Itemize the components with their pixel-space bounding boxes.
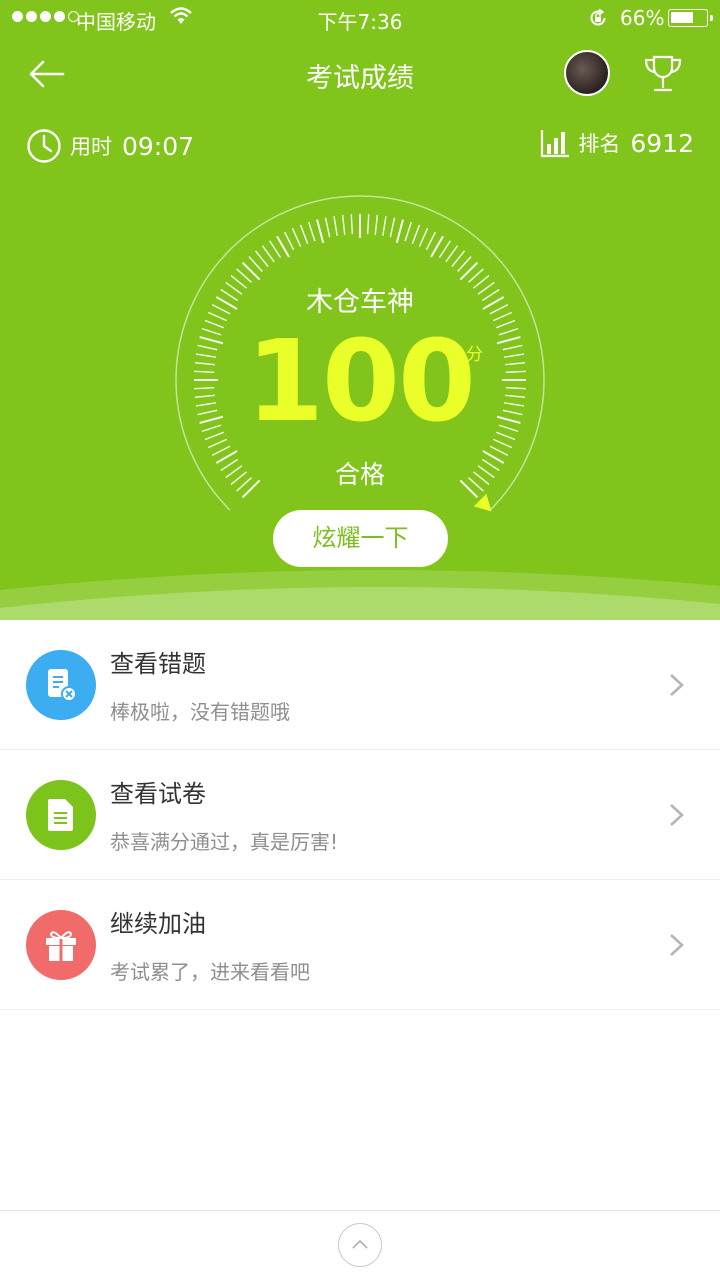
gauge-tick xyxy=(341,214,346,235)
list-item-keep-going[interactable]: 继续加油 考试累了，进来看看吧 xyxy=(0,880,720,1010)
bar-chart-icon xyxy=(541,130,570,158)
gauge-tick xyxy=(457,256,472,272)
gauge-tick xyxy=(333,215,338,236)
gauge-tick xyxy=(451,250,466,267)
gauge-tick xyxy=(366,214,370,235)
list-item-title: 查看错题 xyxy=(110,650,206,678)
battery-percent: 66% xyxy=(620,6,665,30)
gauge-tick xyxy=(382,215,387,236)
exam-paper-icon xyxy=(26,780,96,850)
list-item-subtitle: 棒极啦，没有错题哦 xyxy=(110,700,290,724)
gauge-tick xyxy=(291,228,302,247)
ranking: 排名 6912 xyxy=(540,128,694,158)
share-button[interactable]: 炫耀一下 xyxy=(273,510,448,567)
gauge-tick xyxy=(269,240,282,258)
status-time: 下午7:36 xyxy=(317,10,403,34)
gauge-tick xyxy=(374,214,379,235)
list-item-wrong-questions[interactable]: 查看错题 棒极啦，没有错题哦 xyxy=(0,620,720,750)
gauge-tick xyxy=(284,231,295,251)
exam-stats: 用时 09:07 排名 6912 xyxy=(0,128,720,168)
list-item-title: 查看试卷 xyxy=(110,780,206,808)
wave-decoration xyxy=(0,569,720,620)
gauge-tick xyxy=(489,445,509,456)
rank-title: 木仓车神 xyxy=(306,287,414,318)
chevron-right-icon xyxy=(670,804,684,826)
wrong-questions-icon xyxy=(26,650,96,720)
gauge-tick xyxy=(324,217,331,238)
chevron-right-icon xyxy=(670,934,684,956)
time-used: 用时 09:07 xyxy=(26,128,194,164)
gauge-tick xyxy=(411,224,421,244)
gauge-tick xyxy=(438,240,451,258)
chevron-up-icon xyxy=(352,1239,368,1249)
rank-label: 排名 xyxy=(578,132,621,156)
gauge-tick xyxy=(425,231,436,251)
navigation-bar: 考试成绩 xyxy=(0,50,720,98)
scroll-up-button[interactable] xyxy=(338,1223,382,1267)
score-value: 100 xyxy=(246,317,476,447)
gift-icon xyxy=(26,910,96,980)
battery-icon xyxy=(668,9,713,27)
time-used-label: 用时 xyxy=(70,135,112,159)
clock-icon xyxy=(27,129,61,163)
result-hero: 中国移动 下午7:36 66% 考试成绩 用时 09:07 排名 6912 木仓… xyxy=(0,0,720,620)
bottom-bar xyxy=(0,1210,720,1280)
gauge-tick xyxy=(445,245,459,263)
pass-status: 合格 xyxy=(334,460,385,489)
page-title: 考试成绩 xyxy=(306,63,414,94)
gauge-tick xyxy=(316,219,325,244)
avatar[interactable] xyxy=(564,50,610,96)
gauge-tick xyxy=(254,250,269,267)
time-used-value: 09:07 xyxy=(122,131,195,161)
gauge-tick xyxy=(418,228,429,247)
orientation-lock-icon xyxy=(590,8,606,26)
gauge-tick xyxy=(261,245,275,263)
gauge-tick xyxy=(308,221,316,242)
list-item-subtitle: 考试累了，进来看看吧 xyxy=(110,960,310,984)
action-list: 查看错题 棒极啦，没有错题哦 查看试卷 恭喜满分通过，真是厉害! 继续加油 考试… xyxy=(0,620,720,1010)
gauge-tick xyxy=(248,256,263,272)
gauge-tick xyxy=(299,224,309,244)
gauge-tick xyxy=(404,221,412,242)
list-item-title: 继续加油 xyxy=(110,910,206,938)
list-item-subtitle: 恭喜满分通过，真是厉害! xyxy=(110,830,339,854)
gauge-tick xyxy=(395,219,404,244)
score-unit: 分 xyxy=(466,345,483,365)
gauge-tick xyxy=(211,445,231,456)
list-item-exam-paper[interactable]: 查看试卷 恭喜满分通过，真是厉害! xyxy=(0,750,720,880)
gauge-tick xyxy=(350,214,354,235)
rank-value: 6912 xyxy=(630,128,694,158)
status-bar: 中国移动 下午7:36 66% xyxy=(0,0,720,36)
chevron-right-icon xyxy=(670,674,684,696)
gauge-tick xyxy=(389,217,396,238)
trophy-icon[interactable] xyxy=(642,54,684,94)
